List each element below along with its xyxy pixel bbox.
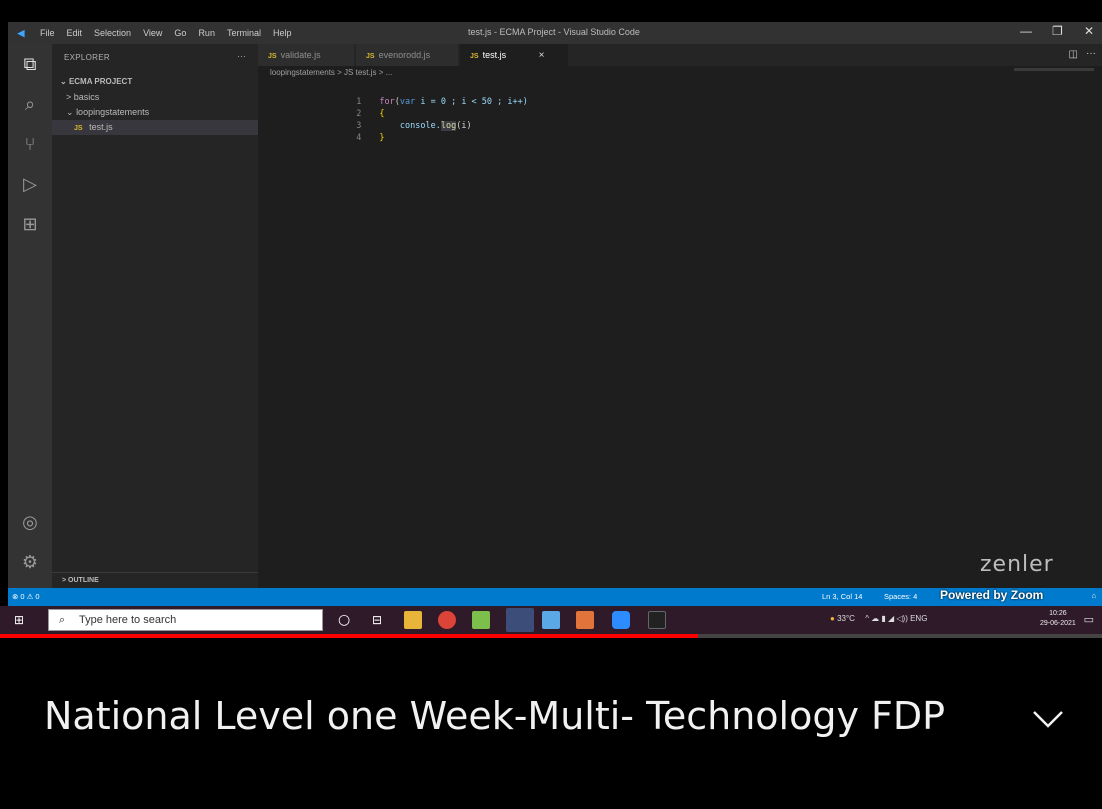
editor-tabs: JS validate.js JS evenorodd.js JS test.js ×… (258, 44, 1102, 66)
project-folder[interactable]: ⌄ ECMA PROJECT (52, 74, 258, 89)
menu-file[interactable]: File (34, 28, 61, 38)
js-file-icon: JS (74, 125, 83, 132)
menu-edit[interactable]: Edit (61, 28, 89, 38)
problems-indicator[interactable]: ⊗ 0 ⚠ 0 (12, 592, 40, 601)
terminal-icon[interactable] (648, 611, 666, 629)
vscode-logo-icon: ◀ (17, 27, 25, 38)
tab-validate-js[interactable]: JS validate.js (258, 44, 354, 66)
windows-start-icon[interactable]: ⊞ (14, 613, 28, 627)
menu-go[interactable]: Go (168, 28, 192, 38)
cortana-icon[interactable]: ○ (338, 611, 356, 629)
activity-bar: ⧉ ⌕ ⑂ ▷ ⊞ ◎ ⚙ (8, 44, 52, 588)
action-center-icon[interactable]: ▭ (1084, 613, 1094, 626)
indentation-setting[interactable]: Spaces: 4 (884, 592, 917, 601)
line-number: 3 (356, 121, 362, 131)
search-icon: ⌕ (59, 614, 66, 626)
file-test-js[interactable]: JS test.js (52, 120, 258, 135)
video-player[interactable]: ◀ File Edit Selection View Go Run Termin… (0, 0, 1102, 809)
taskbar-search-input[interactable]: ⌕ Type here to search (48, 609, 323, 631)
minimap[interactable] (1014, 68, 1094, 71)
explorer-sidebar: EXPLORER ··· ⌄ ECMA PROJECT > basics ⌄ l… (52, 44, 258, 588)
chevron-down-icon: ⌄ (66, 107, 74, 117)
chrome-icon[interactable] (438, 611, 456, 629)
video-title: National Level one Week-Multi- Technolog… (44, 694, 946, 738)
chevron-down-icon[interactable] (1028, 700, 1068, 740)
code-line: 1 for(var i = 0 ; i < 50 ; i++) (270, 84, 528, 107)
clock[interactable]: 10:26 29-06-2021 (1040, 609, 1076, 629)
chevron-down-icon: ⌄ (60, 77, 69, 86)
weather-temp[interactable]: 33°C (837, 614, 855, 623)
minimize-icon[interactable]: — (1020, 24, 1032, 38)
account-icon[interactable]: ◎ (16, 508, 44, 536)
title-bar: ◀ File Edit Selection View Go Run Termin… (8, 22, 1102, 44)
status-bar: ⊗ 0 ⚠ 0 Ln 3, Col 14 Spaces: 4 ⌂ (8, 588, 1102, 606)
more-actions-icon[interactable]: ··· (1086, 48, 1096, 59)
line-number: 1 (356, 97, 362, 107)
settings-gear-icon[interactable]: ⚙ (16, 548, 44, 576)
chevron-right-icon: > (66, 92, 72, 102)
weather-icon[interactable]: ● (830, 614, 835, 623)
app-icon[interactable] (472, 611, 490, 629)
outline-section[interactable]: > OUTLINE (52, 572, 258, 588)
run-debug-icon[interactable]: ▷ (16, 170, 44, 198)
cursor-position[interactable]: Ln 3, Col 14 (822, 592, 862, 601)
tab-test-js[interactable]: JS test.js × (460, 44, 568, 66)
maximize-icon[interactable]: ❐ (1052, 24, 1063, 38)
task-view-icon[interactable]: ⊟ (372, 611, 390, 629)
time: 10:26 (1049, 610, 1067, 617)
extensions-icon[interactable]: ⊞ (16, 210, 44, 238)
line-number: 2 (356, 109, 362, 119)
menu-help[interactable]: Help (267, 28, 298, 38)
folder-basics[interactable]: > basics (52, 90, 258, 105)
menu-run[interactable]: Run (192, 28, 221, 38)
powerpoint-icon[interactable] (576, 611, 594, 629)
close-icon[interactable]: ✕ (1084, 24, 1094, 38)
windows-taskbar: ⊞ ⌕ Type here to search ○ ⊟ ● 33°C ^ ☁ ▮… (0, 606, 1102, 634)
explorer-title: EXPLORER (64, 53, 110, 62)
app-icon[interactable] (542, 611, 560, 629)
zenler-watermark: zenler (980, 552, 1054, 577)
explorer-icon[interactable]: ⧉ (16, 50, 44, 78)
notification-bell-icon[interactable]: ⌂ (1091, 591, 1096, 600)
system-tray: ● 33°C ^ ☁ ▮ ◢ ◁)) ENG (830, 614, 927, 623)
line-number: 4 (356, 133, 362, 143)
editor-area[interactable]: JS validate.js JS evenorodd.js JS test.js ×… (258, 44, 1102, 588)
tray-icons[interactable]: ^ ☁ ▮ ◢ ◁)) ENG (865, 614, 927, 623)
file-explorer-icon[interactable] (404, 611, 422, 629)
js-file-icon: JS (268, 53, 277, 60)
menu-terminal[interactable]: Terminal (221, 28, 267, 38)
split-editor-icon[interactable]: ◫ (1069, 49, 1078, 60)
video-progress-played[interactable] (0, 634, 698, 638)
js-file-icon: JS (470, 53, 479, 60)
code-editor[interactable]: 1 for(var i = 0 ; i < 50 ; i++) 2{ 3 cons… (270, 84, 528, 143)
video-progress-remaining[interactable] (698, 634, 1102, 638)
zoom-icon[interactable] (612, 611, 630, 629)
window-title: test.js - ECMA Project - Visual Studio C… (468, 27, 640, 37)
more-actions-icon[interactable]: ··· (237, 51, 246, 61)
menu-selection[interactable]: Selection (88, 28, 137, 38)
source-control-icon[interactable]: ⑂ (16, 130, 44, 158)
vscode-window: ◀ File Edit Selection View Go Run Termin… (8, 22, 1102, 606)
js-file-icon: JS (366, 53, 375, 60)
menu-view[interactable]: View (137, 28, 168, 38)
video-frame[interactable]: ◀ File Edit Selection View Go Run Termin… (0, 0, 1102, 640)
vscode-taskbar-icon[interactable] (506, 608, 534, 632)
powered-by-zoom-label: Powered by Zoom (940, 588, 1044, 602)
date: 29-06-2021 (1040, 620, 1076, 627)
search-icon[interactable]: ⌕ (16, 90, 44, 118)
tab-evenorodd-js[interactable]: JS evenorodd.js (356, 44, 458, 66)
breadcrumb[interactable]: loopingstatements > JS test.js > ... (270, 68, 392, 77)
close-tab-icon[interactable]: × (539, 50, 545, 61)
folder-loopingstatements[interactable]: ⌄ loopingstatements (52, 105, 258, 120)
